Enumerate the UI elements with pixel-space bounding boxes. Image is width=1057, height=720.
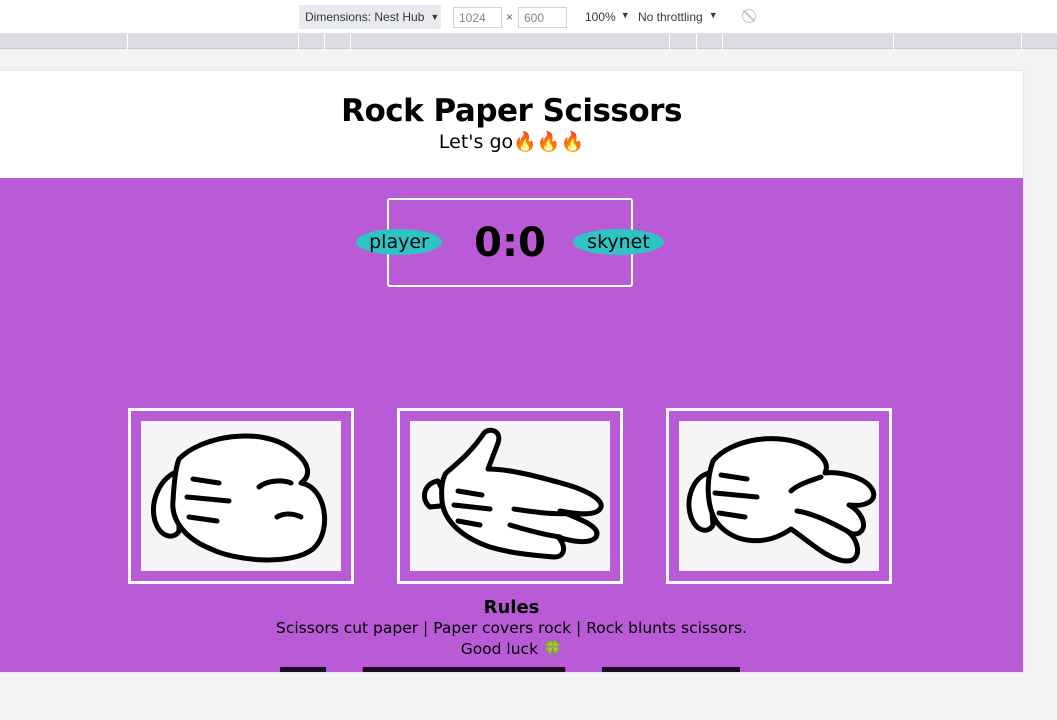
zoom-label: 100% bbox=[585, 10, 616, 24]
paper-image bbox=[410, 421, 610, 571]
paper-choice-button[interactable] bbox=[397, 408, 623, 584]
devtools-device-toolbar: Dimensions: Nest Hub ▼ × 100% ▼ No throt… bbox=[0, 0, 1057, 34]
ruler-tick bbox=[298, 34, 299, 49]
good-luck-text: Good luck bbox=[460, 640, 539, 658]
paper-hand-icon bbox=[421, 427, 604, 560]
ruler-tick bbox=[1021, 34, 1022, 49]
scissors-choice-button[interactable] bbox=[666, 408, 892, 584]
scissors-image bbox=[679, 421, 879, 571]
rock-image bbox=[141, 421, 341, 571]
rules-text: Scissors cut paper | Paper covers rock |… bbox=[276, 619, 747, 637]
throttling-dropdown[interactable]: No throttling ▼ bbox=[638, 10, 718, 24]
score-value: 0:0 bbox=[474, 220, 546, 266]
media-query-ruler bbox=[0, 34, 1057, 49]
throttling-label: No throttling bbox=[638, 10, 703, 24]
ruler-tick bbox=[669, 34, 670, 49]
scissors-hand-icon bbox=[686, 436, 877, 564]
times-sign: × bbox=[506, 10, 514, 24]
rock-hand-icon bbox=[151, 433, 328, 563]
ruler-tick bbox=[350, 34, 351, 49]
chevron-down-icon: ▼ bbox=[620, 10, 630, 20]
player-badge: player bbox=[356, 229, 442, 255]
clover-icon: 🍀 bbox=[543, 640, 563, 658]
page-title: Rock Paper Scissors bbox=[341, 93, 682, 129]
chevron-down-icon: ▼ bbox=[430, 12, 440, 22]
dimensions-label: Dimensions: Nest Hub bbox=[305, 10, 425, 24]
clipped-text-below-fold bbox=[280, 665, 740, 672]
ruler-tick bbox=[324, 34, 325, 49]
page-header: Rock Paper Scissors Let's go🔥🔥🔥 bbox=[0, 71, 1023, 178]
dimensions-dropdown[interactable]: Dimensions: Nest Hub ▼ bbox=[299, 5, 441, 29]
emulated-viewport: Rock Paper Scissors Let's go🔥🔥🔥 player 0… bbox=[0, 71, 1023, 672]
ruler-tick bbox=[127, 34, 128, 49]
rock-choice-button[interactable] bbox=[128, 408, 354, 584]
ruler-tick bbox=[893, 34, 894, 49]
ruler-tick bbox=[696, 34, 697, 49]
zoom-dropdown[interactable]: 100% ▼ bbox=[585, 10, 630, 24]
page-subtitle: Let's go🔥🔥🔥 bbox=[438, 131, 585, 153]
width-input[interactable] bbox=[453, 7, 502, 28]
chevron-down-icon: ▼ bbox=[708, 10, 718, 20]
good-luck-line: Good luck 🍀 bbox=[0, 640, 1023, 658]
ruler-tick bbox=[722, 34, 723, 49]
rules-section: Rules Scissors cut paper | Paper covers … bbox=[0, 597, 1023, 658]
rotate-disabled-icon[interactable] bbox=[742, 9, 756, 23]
height-input[interactable] bbox=[518, 7, 567, 28]
rules-title: Rules bbox=[483, 597, 540, 618]
skynet-badge: skynet bbox=[573, 229, 664, 255]
game-area: player 0:0 skynet Rules Scissors cut pap… bbox=[0, 178, 1023, 672]
